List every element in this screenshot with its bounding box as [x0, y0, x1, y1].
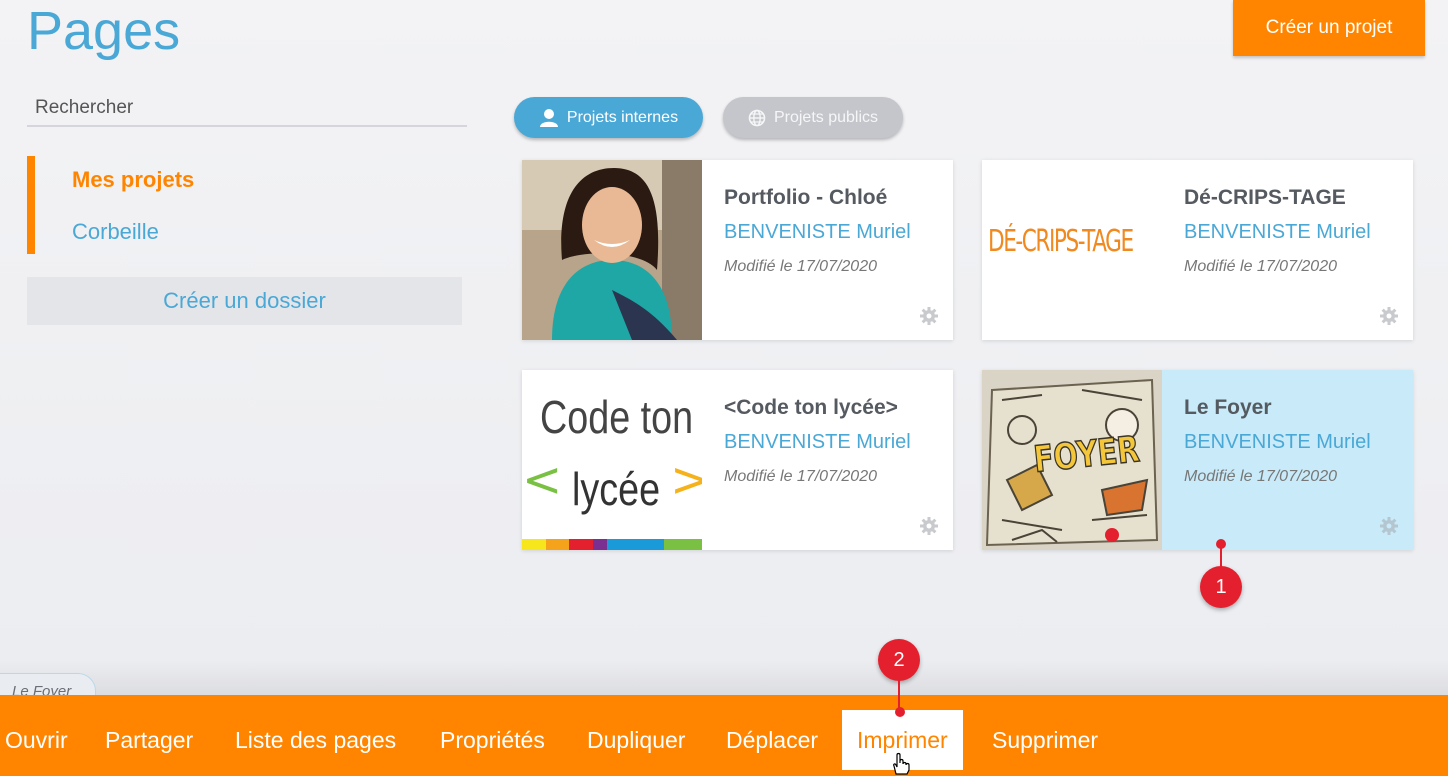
action-open[interactable]: Ouvrir [5, 710, 68, 770]
project-author: BENVENISTE Muriel [724, 221, 911, 243]
project-thumbnail: DÉ-CRIPS-TAGE [982, 160, 1162, 340]
action-page-list[interactable]: Liste des pages [235, 710, 396, 770]
code-ton-lycee-logo: Code ton < lycée > [522, 370, 702, 550]
project-thumbnail: FOYER [982, 370, 1162, 550]
project-modified: Modifié le 17/07/2020 [724, 468, 877, 485]
step-marker-1: 1 [1200, 566, 1242, 608]
globe-icon [748, 109, 766, 126]
project-author: BENVENISTE Muriel [724, 431, 911, 453]
action-delete[interactable]: Supprimer [992, 710, 1098, 770]
create-project-button[interactable]: Créer un projet [1233, 0, 1425, 56]
create-folder-button[interactable]: Créer un dossier [27, 277, 462, 325]
project-author: BENVENISTE Muriel [1184, 221, 1371, 243]
project-title: Portfolio - Chloé [724, 186, 888, 209]
gear-icon[interactable] [1379, 516, 1399, 536]
marker-anchor-2 [895, 707, 905, 717]
action-bar: Ouvrir Partager Liste des pages Propriét… [0, 695, 1448, 776]
marker-line-2 [898, 680, 900, 710]
color-stripe [522, 539, 702, 550]
gear-icon[interactable] [1379, 306, 1399, 326]
project-card[interactable]: Portfolio - Chloé BENVENISTE Muriel Modi… [522, 160, 953, 340]
page-title: Pages [27, 1, 181, 61]
marker-line-1 [1220, 545, 1222, 567]
project-info: <Code ton lycée> BENVENISTE Muriel Modif… [702, 370, 953, 550]
project-thumbnail: Code ton < lycée > [522, 370, 702, 550]
user-icon [539, 108, 558, 127]
portrait-photo [522, 160, 702, 340]
sidebar-item-corbeille[interactable]: Corbeille [72, 219, 159, 245]
chevron-right-icon: > [670, 452, 702, 508]
bottom-shadow [0, 660, 1448, 696]
project-info: Portfolio - Chloé BENVENISTE Muriel Modi… [702, 160, 953, 340]
action-properties[interactable]: Propriétés [440, 710, 545, 770]
hand-cursor-icon [893, 752, 910, 775]
filter-public-label: Projets publics [773, 108, 879, 126]
active-indicator [27, 156, 35, 254]
chevron-left-icon: < [522, 452, 563, 508]
project-info: Le Foyer BENVENISTE Muriel Modifié le 17… [1162, 370, 1413, 550]
project-title: <Code ton lycée> [724, 396, 898, 419]
project-title: Le Foyer [1184, 396, 1272, 419]
step-marker-2: 2 [878, 639, 920, 681]
project-card-selected[interactable]: FOYER Le Foyer BENVENISTE Muriel Modifié… [982, 370, 1413, 550]
project-modified: Modifié le 17/07/2020 [724, 258, 877, 275]
action-move[interactable]: Déplacer [726, 710, 818, 770]
sidebar-nav: Mes projets Corbeille [27, 156, 467, 254]
logo-text-line-1: Code ton [540, 391, 694, 443]
logo-text-line-2: lycée [572, 463, 661, 515]
project-thumbnail [522, 160, 702, 340]
sidebar-item-mes-projets[interactable]: Mes projets [72, 167, 194, 193]
filter-internal-label: Projets internes [566, 108, 679, 126]
project-card[interactable]: DÉ-CRIPS-TAGE Dé-CRIPS-TAGE BENVENISTE M… [982, 160, 1413, 340]
project-card[interactable]: Code ton < lycée > <Code ton lycée> BENV… [522, 370, 953, 550]
project-title: Dé-CRIPS-TAGE [1184, 186, 1346, 209]
gear-icon[interactable] [919, 306, 939, 326]
project-info: Dé-CRIPS-TAGE BENVENISTE Muriel Modifié … [1162, 160, 1413, 340]
gear-icon[interactable] [919, 516, 939, 536]
project-modified: Modifié le 17/07/2020 [1184, 468, 1337, 485]
filter-public-projects[interactable]: Projets publics [723, 97, 903, 138]
project-author: BENVENISTE Muriel [1184, 431, 1371, 453]
action-share[interactable]: Partager [105, 710, 193, 770]
project-modified: Modifié le 17/07/2020 [1184, 258, 1337, 275]
filter-internal-projects[interactable]: Projets internes [514, 97, 703, 138]
search-input[interactable] [27, 90, 467, 127]
action-duplicate[interactable]: Dupliquer [587, 710, 685, 770]
handwritten-logo: DÉ-CRIPS-TAGE [988, 224, 1134, 259]
